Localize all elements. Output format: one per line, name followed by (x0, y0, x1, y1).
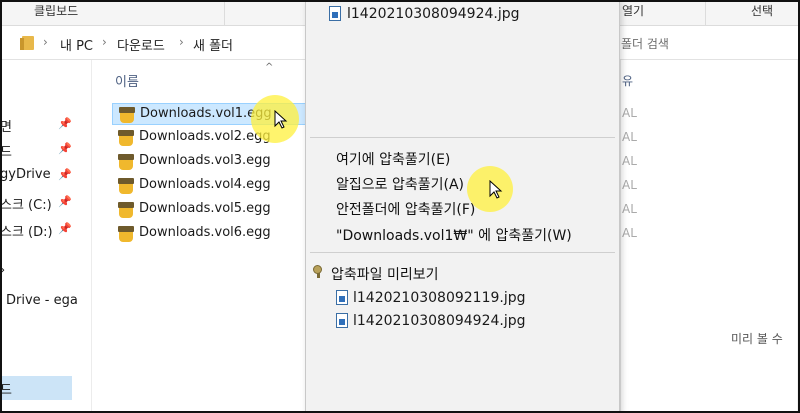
nav-item-expander[interactable]: › (0, 260, 92, 284)
egg-archive-icon (118, 226, 134, 242)
chevron-down-icon[interactable]: › (0, 263, 5, 278)
breadcrumb-downloads[interactable]: 다운로드 (117, 35, 165, 54)
jpg-file-icon (336, 313, 348, 328)
file-type: AL (622, 226, 637, 240)
nav-item-label: 드 (0, 145, 12, 160)
file-name: Downloads.vol3.egg (139, 153, 271, 168)
menu-preview-file[interactable]: l1420210308094924.jpg (353, 313, 526, 329)
menu-separator (310, 137, 615, 138)
file-type: AL (622, 154, 637, 168)
egg-archive-icon (118, 130, 134, 146)
context-menu: l1420210308094924.jpg 여기에 압축풀기(E) 알집으로 압… (305, 0, 620, 413)
ribbon-clipboard-group[interactable]: 클립보드 (34, 2, 78, 20)
ribbon-separator (224, 0, 225, 26)
preview-pane-divider (620, 60, 621, 413)
nav-item-label: 스크 (C:) (0, 198, 52, 213)
chevron-right-icon[interactable]: › (179, 35, 184, 49)
nav-item-selected[interactable]: 드 (0, 376, 72, 400)
file-name: Downloads.vol4.egg (139, 177, 271, 192)
file-type: AL (622, 106, 637, 120)
pin-icon[interactable]: 📌 (58, 222, 72, 235)
file-name: Downloads.vol5.egg (139, 201, 271, 216)
egg-archive-icon (118, 154, 134, 170)
nav-item-label: 스크 (D:) (0, 225, 53, 240)
menu-top-file[interactable]: l1420210308094924.jpg (347, 6, 520, 22)
key-icon (313, 265, 325, 278)
sort-ascending-icon[interactable]: ^ (265, 62, 273, 73)
search-input[interactable]: 폴더 검색 (606, 29, 800, 57)
ribbon-separator (705, 0, 706, 26)
nav-item-onedrive[interactable]: Drive - ega (0, 290, 92, 314)
ribbon-open-group[interactable]: 열기 (622, 2, 644, 20)
ribbon-select-group[interactable]: 선택 (751, 2, 773, 20)
menu-preview-file[interactable]: l1420210308092119.jpg (353, 290, 526, 306)
pin-icon[interactable]: 📌 (58, 142, 72, 155)
nav-item-desktop[interactable]: 면 📌 (0, 113, 92, 137)
chevron-right-icon[interactable]: › (102, 35, 107, 49)
jpg-file-icon (329, 6, 341, 21)
nav-item-label: 면 (0, 120, 12, 135)
pin-icon[interactable]: 📌 (58, 168, 72, 181)
file-type: AL (622, 202, 637, 216)
jpg-file-icon (336, 290, 348, 305)
mouse-cursor-icon (274, 110, 288, 129)
breadcrumb-this-pc[interactable]: 내 PC (60, 35, 93, 54)
egg-archive-icon (119, 107, 135, 123)
chevron-right-icon[interactable]: › (43, 35, 48, 49)
nav-item-disk-c[interactable]: 스크 (C:) 📌 (0, 191, 92, 215)
search-placeholder: 폴더 검색 (621, 37, 669, 51)
column-header-name[interactable]: 이름 (115, 71, 139, 90)
menu-extract-safe-folder[interactable]: 안전폴더에 압축풀기(F) (336, 199, 475, 219)
menu-archive-preview[interactable]: 압축파일 미리보기 (331, 264, 439, 284)
egg-archive-icon (118, 202, 134, 218)
egg-archive-icon (118, 178, 134, 194)
nav-item-documents[interactable]: 드 📌 (0, 138, 92, 162)
file-name: Downloads.vol6.egg (139, 225, 271, 240)
menu-extract-alzip[interactable]: 알집으로 압축풀기(A) (336, 174, 464, 194)
menu-extract-to-folder[interactable]: "Downloads.vol1₩" 에 압축풀기(W) (336, 225, 572, 245)
menu-separator (310, 252, 615, 253)
pin-icon[interactable]: 📌 (58, 195, 72, 208)
nav-item-label: 드 (0, 383, 12, 398)
menu-extract-here[interactable]: 여기에 압축풀기(E) (336, 149, 450, 169)
file-name: Downloads.vol2.egg (139, 129, 271, 144)
folder-icon (20, 36, 34, 50)
file-type: AL (622, 178, 637, 192)
column-header-type[interactable]: 유 (622, 72, 633, 89)
navigation-pane: 면 📌 드 📌 gyDrive 📌 스크 (C:) 📌 스크 (D:) 📌 › … (0, 60, 92, 413)
preview-pane-message: 미리 볼 수 (731, 332, 783, 346)
pin-icon[interactable]: 📌 (58, 117, 72, 130)
mouse-cursor-icon (489, 180, 503, 199)
breadcrumb-new-folder[interactable]: 새 폴더 (193, 35, 233, 54)
nav-item-disk-d[interactable]: 스크 (D:) 📌 (0, 218, 92, 242)
file-type: AL (622, 130, 637, 144)
nav-item-label: gyDrive (0, 167, 51, 182)
nav-item-mydrive[interactable]: gyDrive 📌 (0, 164, 92, 188)
nav-item-label: Drive - ega (6, 293, 78, 308)
